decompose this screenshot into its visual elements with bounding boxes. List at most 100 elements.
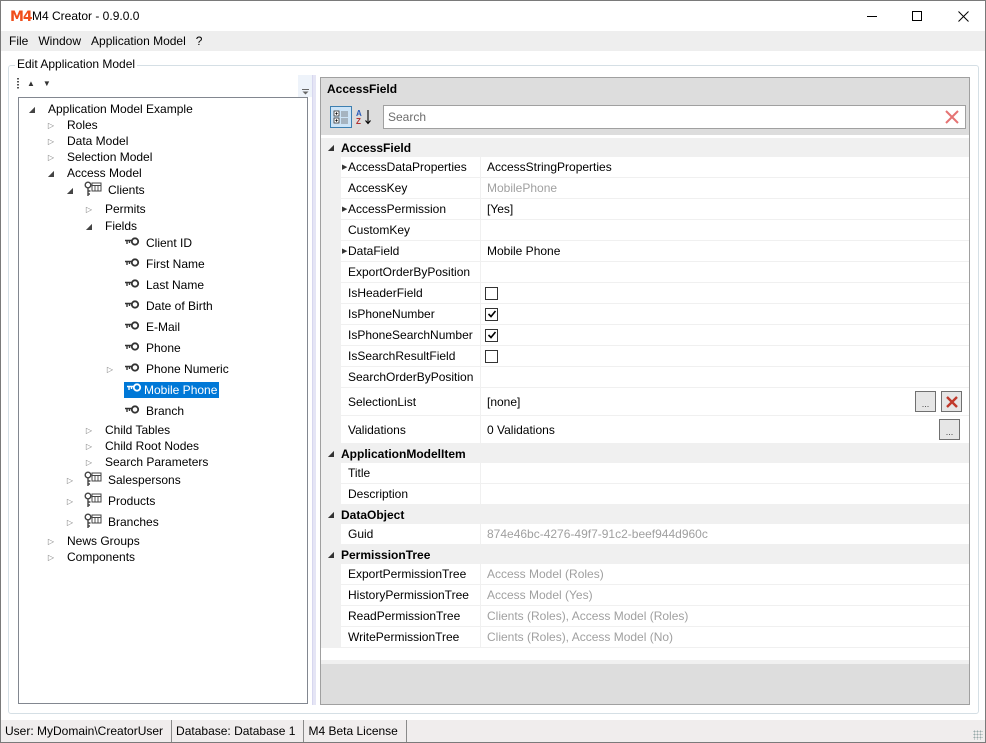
tree-node[interactable]: ▷ Permits [84, 201, 148, 217]
property-row[interactable]: ExportPermissionTree Access Model (Roles) [321, 564, 969, 585]
tree-node[interactable]: ▷ Phone Numeric [105, 361, 231, 377]
property-category[interactable]: ◢ ApplicationModelItem [321, 444, 969, 463]
tree-node[interactable]: First Name [105, 256, 207, 272]
maximize-button[interactable] [894, 1, 940, 31]
property-category[interactable]: ◢ DataObject [321, 505, 969, 524]
collapse-category-icon[interactable]: ◢ [321, 510, 341, 519]
property-value[interactable] [481, 463, 969, 483]
property-row[interactable]: Guid 874e46bc-4276-49f7-91c2-beef944d960c [321, 524, 969, 545]
expand-arrow-icon[interactable]: ▷ [84, 458, 94, 467]
expand-arrow-icon[interactable]: ▷ [84, 426, 94, 435]
property-row[interactable]: HistoryPermissionTree Access Model (Yes) [321, 585, 969, 606]
toolbar-grip-icon[interactable] [17, 78, 19, 90]
tree-node[interactable]: Branch [105, 403, 186, 419]
property-row[interactable]: AccessKey MobilePhone [321, 178, 969, 199]
tree-node[interactable]: Phone [105, 340, 183, 356]
property-row[interactable]: ReadPermissionTree Clients (Roles), Acces… [321, 606, 969, 627]
tree-node[interactable]: ▷ Child Tables [84, 422, 172, 438]
expand-arrow-icon[interactable]: ▷ [105, 365, 115, 374]
property-value[interactable] [481, 220, 969, 240]
move-up-icon[interactable]: ▲ [27, 79, 35, 89]
close-button[interactable] [940, 1, 986, 31]
property-row[interactable]: IsPhoneSearchNumber [321, 325, 969, 346]
collapse-arrow-icon[interactable]: ◢ [65, 186, 75, 195]
property-value[interactable]: 0 Validations... [481, 416, 969, 443]
title-bar[interactable]: M4 M4 Creator - 0.9.0.0 [1, 1, 985, 31]
tree-node[interactable]: Client ID [105, 235, 194, 251]
clear-search-icon[interactable] [943, 108, 961, 126]
tree-node[interactable]: ▷ Products [65, 492, 157, 509]
expand-property-icon[interactable]: ▶ [342, 205, 347, 213]
tree-node[interactable]: ▷ Selection Model [46, 149, 154, 165]
alphabetical-sort-button[interactable]: A Z [353, 106, 375, 128]
property-value[interactable] [481, 367, 969, 387]
application-model-tree[interactable]: ◢ Application Model Example ▷ Roles ▷ Data Mo… [18, 97, 308, 704]
tree-node[interactable]: ▷ Search Parameters [84, 454, 210, 470]
property-row[interactable]: Title [321, 463, 969, 484]
menu-file[interactable]: File [4, 31, 33, 51]
tree-node[interactable]: ◢ Access Model [46, 165, 144, 181]
collapse-category-icon[interactable]: ◢ [321, 449, 341, 458]
property-value[interactable]: [Yes] [481, 199, 969, 219]
property-row[interactable]: WritePermissionTree Clients (Roles), Acce… [321, 627, 969, 648]
menu-window[interactable]: Window [33, 31, 86, 51]
property-row[interactable]: Validations 0 Validations... [321, 416, 969, 444]
property-row[interactable]: ▶ AccessPermission [Yes] [321, 199, 969, 220]
expand-property-icon[interactable]: ▶ [342, 163, 347, 171]
expand-arrow-icon[interactable]: ▷ [65, 476, 75, 485]
tree-node[interactable]: ▷ Child Root Nodes [84, 438, 201, 454]
property-checkbox[interactable] [485, 349, 498, 363]
menu-help[interactable]: ? [191, 31, 208, 51]
property-row[interactable]: IsSearchResultField [321, 346, 969, 367]
collapse-category-icon[interactable]: ◢ [321, 143, 341, 152]
expand-arrow-icon[interactable]: ▷ [46, 137, 56, 146]
browse-button[interactable]: ... [939, 419, 960, 440]
tree-node[interactable]: Last Name [105, 277, 206, 293]
property-row[interactable]: Description [321, 484, 969, 505]
expand-arrow-icon[interactable]: ▷ [65, 497, 75, 506]
tree-node[interactable]: ◢ Fields [84, 218, 139, 234]
expand-property-icon[interactable]: ▶ [342, 247, 347, 255]
tree-node[interactable]: ◢ Clients [65, 181, 147, 198]
property-row[interactable]: SelectionList [none]... [321, 388, 969, 416]
property-value[interactable]: AccessStringProperties [481, 157, 969, 177]
collapse-arrow-icon[interactable]: ◢ [46, 169, 56, 178]
expand-arrow-icon[interactable]: ▷ [46, 121, 56, 130]
collapse-arrow-icon[interactable]: ◢ [27, 105, 37, 114]
property-value[interactable]: [none]... [481, 388, 969, 415]
property-value[interactable] [481, 484, 969, 504]
description-splitter[interactable] [321, 660, 969, 664]
property-row[interactable]: IsHeaderField [321, 283, 969, 304]
expand-arrow-icon[interactable]: ▷ [46, 553, 56, 562]
property-row[interactable]: ▶ AccessDataProperties AccessStringPropert… [321, 157, 969, 178]
expand-arrow-icon[interactable]: ▷ [46, 153, 56, 162]
property-row[interactable]: SearchOrderByPosition [321, 367, 969, 388]
minimize-button[interactable] [849, 1, 895, 31]
property-checkbox[interactable] [485, 286, 498, 300]
expand-arrow-icon[interactable]: ▷ [46, 537, 56, 546]
tree-node[interactable]: Date of Birth [105, 298, 215, 314]
expand-arrow-icon[interactable]: ▷ [65, 518, 75, 527]
tree-node[interactable]: ▷ Salespersons [65, 471, 183, 488]
tree-node[interactable]: E-Mail [105, 319, 182, 335]
tree-node[interactable]: Mobile Phone [105, 382, 220, 398]
tree-node[interactable]: ◢ Application Model Example [27, 101, 195, 117]
resize-grip-icon[interactable] [973, 730, 983, 740]
panel-splitter[interactable] [312, 75, 316, 705]
expand-arrow-icon[interactable]: ▷ [84, 205, 94, 214]
toolbar-overflow-button[interactable] [298, 75, 312, 97]
collapse-arrow-icon[interactable]: ◢ [84, 222, 94, 231]
menu-application-model[interactable]: Application Model [86, 31, 191, 51]
property-checkbox[interactable] [485, 328, 498, 342]
tree-node[interactable]: ▷ Components [46, 549, 137, 565]
property-category[interactable]: ◢ AccessField [321, 138, 969, 157]
tree-node[interactable]: ▷ Roles [46, 117, 100, 133]
property-value[interactable] [481, 262, 969, 282]
property-row[interactable]: IsPhoneNumber [321, 304, 969, 325]
move-down-icon[interactable]: ▼ [43, 79, 51, 89]
property-category[interactable]: ◢ PermissionTree [321, 545, 969, 564]
clear-value-button[interactable] [941, 391, 962, 412]
property-row[interactable]: CustomKey [321, 220, 969, 241]
property-row[interactable]: ▶ DataField Mobile Phone [321, 241, 969, 262]
property-value[interactable]: Mobile Phone [481, 241, 969, 261]
